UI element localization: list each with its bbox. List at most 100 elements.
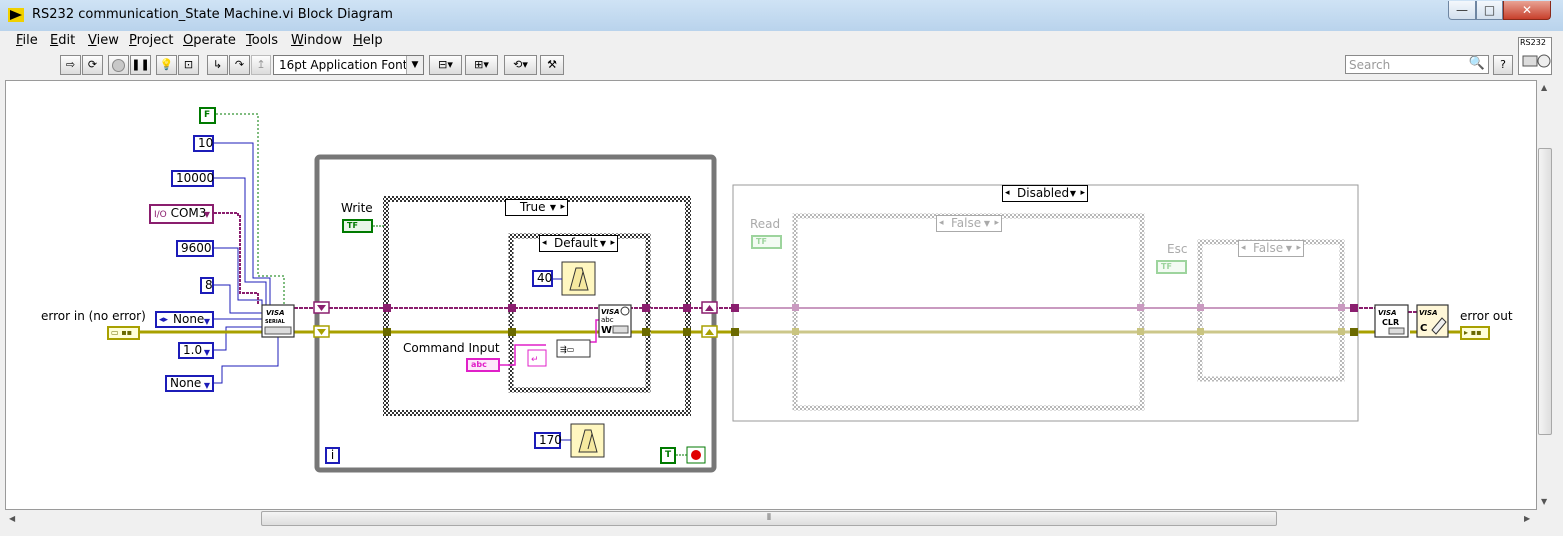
horizontal-scrollbar[interactable]: ◀ ⦀ ▶ — [5, 510, 1537, 527]
increment-case-icon[interactable]: ▸ — [560, 200, 565, 215]
menu-edit[interactable]: Edit — [50, 33, 75, 48]
chevron-down-icon: ▼ — [549, 203, 556, 212]
window-title: RS232 communication_State Machine.vi Blo… — [32, 7, 393, 22]
menu-project[interactable]: Project — [129, 33, 174, 48]
highlight-execution-icon[interactable]: 💡 — [156, 55, 177, 75]
clean-up-diagram-icon[interactable]: ⚒ — [540, 55, 564, 75]
write-label: Write — [341, 201, 373, 215]
enum-arrows-icon: ◂▸ — [159, 315, 169, 325]
menu-file[interactable]: File — [16, 33, 38, 48]
menu-bar: File Edit View Project Operate Tools Win… — [0, 31, 1516, 51]
labview-app-icon — [8, 8, 24, 22]
menu-tools[interactable]: Tools — [246, 33, 278, 48]
context-help-button[interactable]: ? — [1493, 55, 1513, 75]
increment-case-icon[interactable]: ▸ — [1296, 241, 1301, 256]
connector-icon — [1522, 54, 1551, 68]
case-selector-read[interactable]: ◂ False ▼ ▸ — [936, 215, 1002, 232]
scroll-left-icon[interactable]: ◀ — [9, 514, 15, 523]
case-selector-outer[interactable]: True ▼ ▸ — [505, 199, 568, 216]
stop-bits-value: 1.0 — [183, 343, 203, 357]
menu-view[interactable]: View — [88, 33, 119, 48]
timeout-constant[interactable]: 10000 — [171, 170, 214, 187]
pause-icon[interactable]: ❚❚ — [130, 55, 151, 75]
increment-case-icon[interactable]: ▸ — [994, 216, 999, 231]
command-input-terminal[interactable]: abc — [466, 358, 500, 372]
scroll-up-icon[interactable]: ▲ — [1541, 83, 1547, 92]
case-selector-inner[interactable]: ◂ Default ▼ ▸ — [539, 235, 618, 252]
disable-structure-selector[interactable]: ◂ Disabled ▼ ▸ — [1002, 185, 1088, 202]
step-over-icon[interactable]: ↷ — [229, 55, 250, 75]
run-continuously-icon[interactable]: ⟳ — [82, 55, 103, 75]
vi-icon-label: RS232 — [1520, 38, 1546, 47]
disable-selector-value: Disabled — [1017, 186, 1070, 200]
scroll-down-icon[interactable]: ▼ — [1541, 497, 1547, 506]
title-bar: RS232 communication_State Machine.vi Blo… — [0, 0, 1563, 31]
search-box[interactable]: 🔍 — [1345, 55, 1489, 74]
error-out-terminal[interactable]: ▸ ▪▪ — [1460, 326, 1490, 340]
step-out-icon[interactable]: ↥ — [251, 55, 271, 75]
font-selector[interactable]: 16pt Application Font ▼ — [273, 55, 424, 75]
vertical-scroll-thumb[interactable] — [1538, 148, 1552, 435]
error-out-label: error out — [1460, 309, 1513, 323]
write-boolean-terminal[interactable]: TF — [342, 219, 373, 233]
case-selector-read-value: False — [951, 216, 982, 230]
increment-case-icon[interactable]: ▸ — [1080, 186, 1085, 201]
case-selector-outer-value: True — [520, 200, 546, 214]
menu-help[interactable]: Help — [353, 33, 383, 48]
chevron-down-icon: ▼ — [203, 348, 210, 357]
true-constant[interactable]: T — [660, 447, 676, 464]
case-selector-inner-value: Default — [554, 236, 598, 250]
distribute-objects-icon[interactable]: ⊞▾ — [465, 55, 498, 75]
vi-icon[interactable]: RS232 — [1518, 37, 1552, 75]
step-into-icon[interactable]: ↳ — [207, 55, 228, 75]
flow-control-enum-constant[interactable]: None — [165, 375, 214, 392]
decrement-case-icon[interactable]: ◂ — [1241, 241, 1246, 256]
case-selector-esc-value: False — [1253, 241, 1284, 255]
wait-170-constant[interactable]: 170 — [534, 432, 562, 449]
increment-case-icon[interactable]: ▸ — [610, 236, 615, 251]
loop-iteration-terminal: i — [325, 447, 340, 464]
reorder-icon[interactable]: ⟲▾ — [504, 55, 537, 75]
toolbar: ⇨ ⟳ ❚❚ 💡 ⊡ ↳ ↷ ↥ 16pt Application Font ▼… — [0, 51, 1516, 79]
chevron-down-icon: ▼ — [203, 210, 210, 219]
visa-resource-value: COM3 — [170, 206, 207, 220]
align-objects-icon[interactable]: ⊟▾ — [429, 55, 462, 75]
numeric-constant-10[interactable]: 10 — [193, 135, 214, 152]
read-boolean-terminal[interactable]: TF — [751, 235, 782, 249]
false-constant[interactable]: F — [199, 107, 216, 124]
menu-operate[interactable]: Operate — [183, 33, 236, 48]
data-bits-constant[interactable]: 8 — [200, 277, 214, 294]
visa-resource-constant[interactable]: I/O COM3 ▼ — [149, 204, 214, 224]
decrement-case-icon[interactable]: ◂ — [542, 236, 547, 251]
scroll-right-icon[interactable]: ▶ — [1524, 514, 1530, 523]
case-selector-esc[interactable]: ◂ False ▼ ▸ — [1238, 240, 1304, 257]
retain-wire-values-icon[interactable]: ⊡ — [178, 55, 199, 75]
decrement-case-icon[interactable]: ◂ — [1005, 186, 1010, 201]
close-button[interactable]: ✕ — [1503, 1, 1551, 20]
decrement-case-icon[interactable]: ◂ — [939, 216, 944, 231]
search-input[interactable] — [1349, 57, 1461, 72]
menu-window[interactable]: Window — [291, 33, 342, 48]
run-arrow-icon[interactable]: ⇨ — [60, 55, 81, 75]
error-in-terminal[interactable]: ▭ ▪▪ — [107, 326, 140, 340]
vertical-scrollbar[interactable]: ▲ ▼ — [1537, 80, 1554, 510]
esc-label: Esc — [1167, 242, 1188, 256]
minimize-button[interactable]: — — [1448, 1, 1476, 20]
abort-icon[interactable] — [108, 55, 129, 75]
stop-bits-constant[interactable]: 1.0 ▼ — [178, 342, 214, 359]
parity-enum-constant[interactable]: ◂▸ None — [155, 311, 214, 328]
maximize-button[interactable]: □ — [1476, 1, 1503, 20]
search-icon[interactable]: 🔍 — [1469, 56, 1485, 71]
command-input-label: Command Input — [403, 341, 500, 355]
wait-40-constant[interactable]: 40 — [532, 270, 553, 287]
error-in-label: error in (no error) — [41, 309, 146, 323]
chevron-down-icon: ▼ — [1285, 244, 1292, 253]
chevron-down-icon: ▼ — [599, 239, 606, 248]
chevron-down-icon: ▼ — [406, 56, 423, 74]
horizontal-scroll-thumb[interactable]: ⦀ — [261, 511, 1277, 526]
block-diagram-canvas[interactable] — [5, 80, 1537, 510]
baud-rate-constant[interactable]: 9600 — [176, 240, 214, 257]
parity-enum-value: None — [173, 312, 205, 326]
visa-io-icon: I/O — [154, 210, 167, 220]
esc-boolean-terminal[interactable]: TF — [1156, 260, 1187, 274]
